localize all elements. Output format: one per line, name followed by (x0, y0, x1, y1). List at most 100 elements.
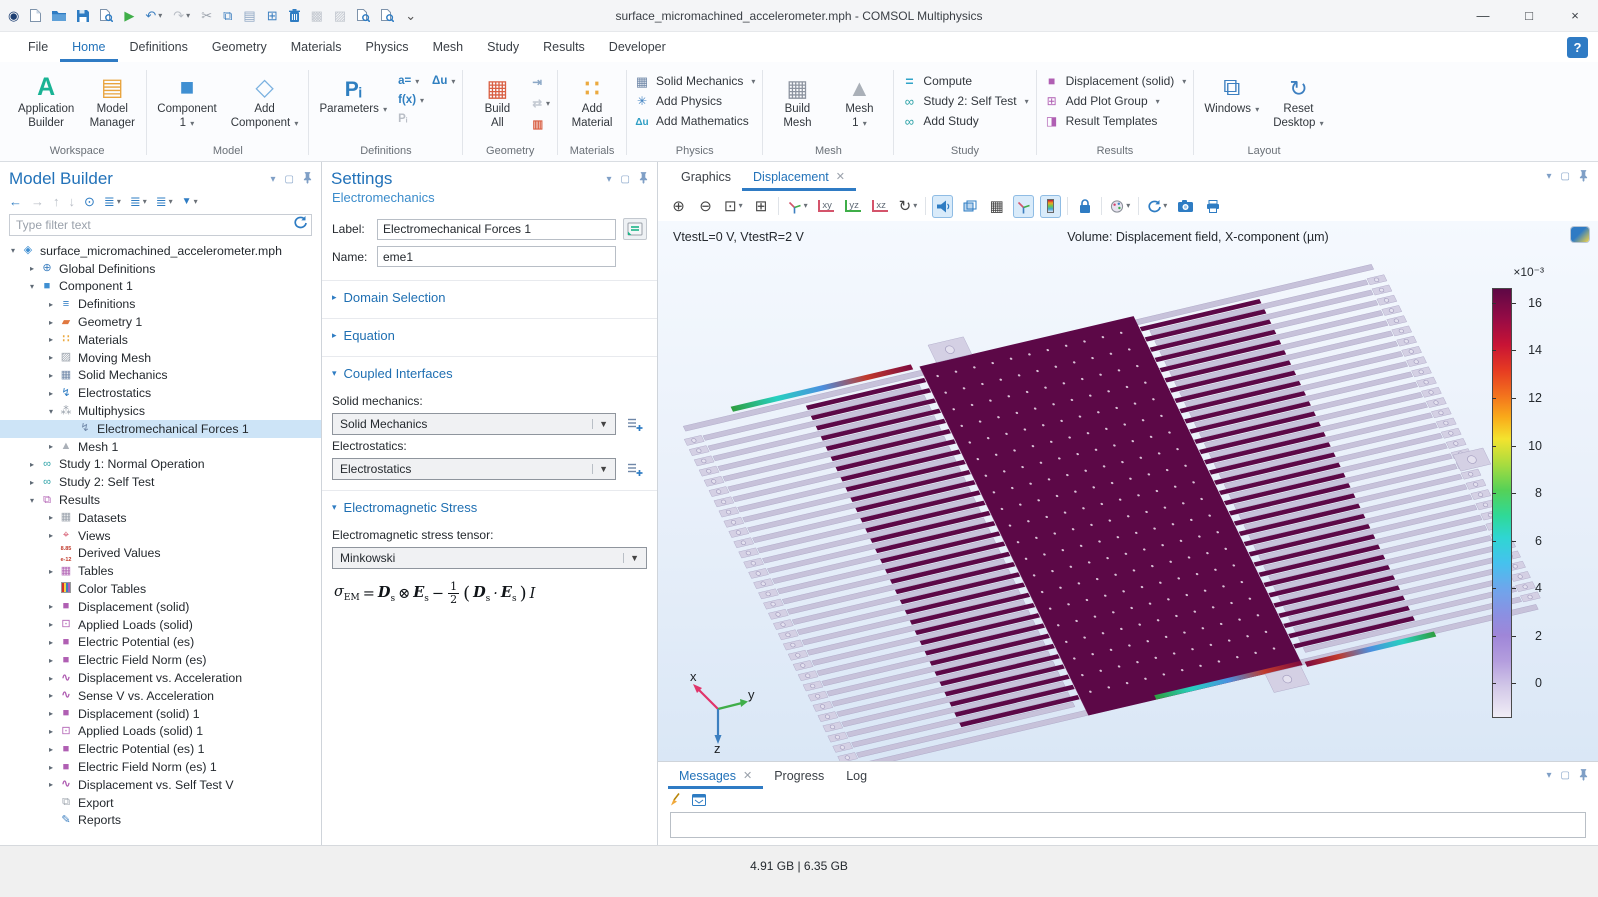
snapshot-icon[interactable] (1175, 195, 1196, 218)
panel-float-icon[interactable]: ▢ (1561, 770, 1570, 781)
add-interface-button[interactable] (623, 458, 647, 480)
panel-float-icon[interactable]: ▢ (1561, 171, 1570, 182)
chevron-right-icon[interactable]: ▸ (44, 531, 58, 540)
color-legend-icon[interactable] (1040, 195, 1061, 218)
collapse-list-icon[interactable]: ≣▾ (130, 195, 147, 208)
help-button[interactable]: ? (1567, 37, 1588, 58)
reset-desktop-button[interactable]: ↻Reset Desktop ▾ (1270, 67, 1326, 132)
result-templates-button[interactable]: ◨Result Templates (1044, 114, 1187, 128)
tree-item[interactable]: ▸■Electric Potential (es) 1 (0, 740, 321, 758)
plot-group-select[interactable]: ■Displacement (solid)▾ (1044, 74, 1187, 88)
yz-view-icon[interactable]: yz (843, 195, 864, 218)
name-input[interactable] (377, 246, 616, 267)
build-all-button[interactable]: ▦Build All (470, 67, 524, 132)
expand-list-icon[interactable]: ≣▾ (104, 195, 121, 208)
insert-sequence-button[interactable]: ⇄▾ (532, 96, 550, 110)
tree-item[interactable]: ▸⌖Views (0, 527, 321, 545)
import-button[interactable]: ⇥ (532, 75, 550, 89)
tree-item[interactable]: ▸∿Displacement vs. Self Test V (0, 776, 321, 794)
new-file-icon[interactable] (30, 9, 41, 22)
chevron-right-icon[interactable]: ▸ (44, 674, 58, 683)
chevron-right-icon[interactable]: ▸ (44, 638, 58, 647)
print-icon[interactable] (1202, 195, 1223, 218)
chevron-down-icon[interactable]: ▾ (25, 496, 39, 505)
menu-tab-materials[interactable]: Materials (279, 32, 354, 62)
maximize-button[interactable]: □ (1506, 0, 1552, 31)
application-builder-button[interactable]: AApplication Builder (15, 67, 77, 132)
tree-item[interactable]: ▸∿Displacement vs. Acceleration (0, 669, 321, 687)
show-grid-icon[interactable]: ▦ (986, 195, 1007, 218)
tree-item[interactable]: ▸⊡Applied Loads (solid) 1 (0, 723, 321, 741)
panel-menu-icon[interactable]: ▾ (607, 174, 612, 185)
physics-interface-select[interactable]: ▦Solid Mechanics▾ (634, 74, 755, 88)
panel-float-icon[interactable]: ▢ (285, 174, 294, 185)
panel-menu-icon[interactable]: ▾ (1547, 770, 1552, 781)
tree-item[interactable]: ▾⁂Multiphysics (0, 402, 321, 420)
menu-tab-mesh[interactable]: Mesh (421, 32, 476, 62)
panel-menu-icon[interactable]: ▾ (271, 174, 276, 185)
show-icon[interactable]: ⊙ (84, 195, 95, 208)
chevron-down-icon[interactable]: ▾ (25, 282, 39, 291)
messages-tab-progress[interactable]: Progress (763, 762, 835, 789)
tree-item[interactable]: ▸▲Mesh 1 (0, 438, 321, 456)
filter-icon[interactable]: ▼▾ (182, 197, 198, 207)
chevron-right-icon[interactable]: ▸ (44, 389, 58, 398)
search-reference-icon[interactable] (381, 9, 394, 22)
color-theme-icon[interactable]: ▾ (1108, 195, 1132, 218)
zoom-in-icon[interactable]: ⊕ (668, 195, 689, 218)
chevron-right-icon[interactable]: ▸ (44, 656, 58, 665)
graphics-tab-graphics[interactable]: Graphics (670, 162, 742, 191)
add-interface-button[interactable] (623, 413, 647, 435)
add-mathematics-button[interactable]: ΔuAdd Mathematics (634, 114, 755, 128)
chevron-right-icon[interactable]: ▸ (44, 513, 58, 522)
chevron-down-icon[interactable]: ▾ (6, 246, 20, 255)
zoom-box-icon[interactable]: ⊡▾ (722, 195, 745, 218)
zoom-out-icon[interactable]: ⊖ (695, 195, 716, 218)
tree-item[interactable]: ▸↯Electrostatics (0, 384, 321, 402)
chevron-right-icon[interactable]: ▸ (44, 745, 58, 754)
plot-area[interactable]: VtestL=0 V, VtestR=2 V Volume: Displacem… (658, 221, 1598, 761)
chevron-right-icon[interactable]: ▸ (44, 602, 58, 611)
tree-item[interactable]: ▾◈surface_micromachined_accelerometer.mp… (0, 242, 321, 260)
chevron-right-icon[interactable]: ▸ (25, 478, 39, 487)
node-options-icon[interactable]: ≣▾ (156, 195, 173, 208)
chevron-right-icon[interactable]: ▸ (44, 691, 58, 700)
menu-tab-developer[interactable]: Developer (597, 32, 678, 62)
panel-pin-icon[interactable] (1579, 768, 1588, 784)
tree-item[interactable]: ⧉Export (0, 794, 321, 812)
redo-icon[interactable]: ↷▾ (173, 9, 190, 22)
tree-item[interactable]: Color Tables (0, 580, 321, 598)
qat-more-icon[interactable]: ⌄ (405, 9, 416, 22)
refresh-icon[interactable] (293, 216, 307, 234)
parameter-case-button[interactable]: Pᵢ (398, 113, 424, 125)
tree-item[interactable]: ▸▨Moving Mesh (0, 349, 321, 367)
tree-item[interactable]: ▾■Component 1 (0, 278, 321, 296)
duplicate-icon[interactable]: ⊞ (267, 9, 278, 22)
menu-tab-study[interactable]: Study (475, 32, 531, 62)
scene-light-icon[interactable] (932, 195, 953, 218)
panel-pin-icon[interactable] (303, 171, 312, 187)
model-manager-button[interactable]: ▤Model Manager (85, 67, 139, 132)
copy-icon[interactable]: ⧉ (223, 9, 232, 22)
transparency-icon[interactable] (959, 195, 980, 218)
add-plot-group-button[interactable]: ⊞Add Plot Group▾ (1044, 94, 1187, 108)
chevron-right-icon[interactable]: ▸ (44, 318, 58, 327)
panel-pin-icon[interactable] (1579, 169, 1588, 185)
chevron-right-icon[interactable]: ▸ (44, 371, 58, 380)
section-domain-selection[interactable]: ▸ Domain Selection (322, 280, 657, 314)
tree-item[interactable]: ✎Reports (0, 812, 321, 830)
close-button[interactable]: × (1552, 0, 1598, 31)
add-component-button[interactable]: ◇Add Component ▾ (228, 67, 302, 132)
move-up-icon[interactable]: ↑ (53, 195, 60, 208)
zoom-extents-icon[interactable]: ⊞ (751, 195, 772, 218)
tree-item[interactable]: ▸≡Definitions (0, 295, 321, 313)
chevron-right-icon[interactable]: ▸ (44, 442, 58, 451)
undo-icon[interactable]: ↶▾ (145, 9, 162, 22)
close-icon[interactable]: ✕ (743, 769, 752, 782)
add-physics-button[interactable]: ✳Add Physics (634, 94, 755, 108)
chevron-down-icon[interactable]: ▾ (44, 407, 58, 416)
select-support-icon[interactable]: ▩ (311, 9, 323, 22)
comsol-logo-icon[interactable]: ◉ (8, 9, 19, 22)
run-icon[interactable]: ▶ (124, 9, 134, 22)
electrostatics-select[interactable]: Electrostatics ▼ (332, 458, 616, 480)
